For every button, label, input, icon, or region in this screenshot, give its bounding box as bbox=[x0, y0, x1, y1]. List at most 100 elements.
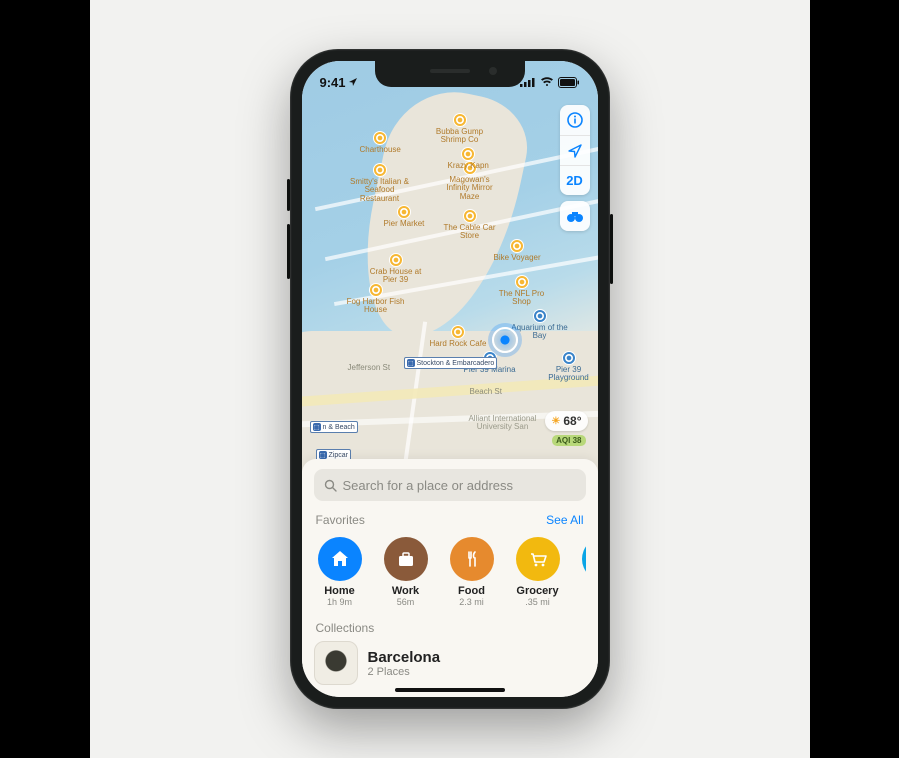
poi-marker[interactable]: Aquarium of the Bay bbox=[510, 309, 570, 341]
location-icon bbox=[567, 143, 583, 159]
poi-icon bbox=[515, 275, 529, 289]
search-icon bbox=[324, 479, 337, 492]
favorite-home[interactable]: Home1h 9m bbox=[314, 537, 366, 607]
poi-icon bbox=[463, 209, 477, 223]
poi-icon bbox=[373, 131, 387, 145]
info-button[interactable] bbox=[560, 105, 590, 135]
poi-label: Bubba Gump Shrimp Co bbox=[430, 128, 490, 145]
sun-icon: ☀ bbox=[551, 416, 560, 427]
favorite-name: Grocery bbox=[516, 585, 558, 597]
poi-icon bbox=[453, 113, 467, 127]
bottom-sheet[interactable]: Search for a place or address Favorites … bbox=[302, 459, 598, 697]
control-stack: 2D bbox=[560, 105, 590, 195]
poi-icon bbox=[369, 283, 383, 297]
cart-icon bbox=[516, 537, 560, 581]
poi-label: Pier Market bbox=[384, 220, 425, 228]
stage: 9:41 Charthouse Bubba Gump Shrimp Co Smitt… bbox=[90, 0, 810, 758]
user-location-dot bbox=[492, 327, 518, 353]
home-icon bbox=[318, 537, 362, 581]
collection-item[interactable]: Barcelona 2 Places bbox=[314, 641, 586, 685]
favorite-work[interactable]: Work56m bbox=[380, 537, 432, 607]
poi-marker[interactable]: The Cable Car Store bbox=[440, 209, 500, 241]
favorite-peek[interactable] bbox=[578, 537, 586, 607]
poi-icon bbox=[533, 309, 547, 323]
status-time: 9:41 bbox=[320, 75, 346, 90]
favorite-food[interactable]: Food2.3 mi bbox=[446, 537, 498, 607]
transit-icon: ⬚ bbox=[407, 359, 415, 367]
notch bbox=[375, 61, 525, 87]
poi-label: Charthouse bbox=[360, 146, 401, 154]
favorite-name: Food bbox=[458, 585, 485, 597]
street-label: Beach St bbox=[470, 387, 502, 396]
poi-label: Aquarium of the Bay bbox=[510, 324, 570, 341]
collections-title: Collections bbox=[316, 621, 375, 635]
search-placeholder: Search for a place or address bbox=[343, 478, 514, 493]
poi-icon bbox=[510, 239, 524, 253]
poi-marker[interactable]: Crab House at Pier 39 bbox=[366, 253, 426, 285]
home-indicator[interactable] bbox=[395, 688, 505, 692]
aqi-badge[interactable]: AQI 38 bbox=[552, 435, 585, 446]
favorite-sub: 1h 9m bbox=[327, 597, 352, 607]
favorite-sub: 2.3 mi bbox=[459, 597, 484, 607]
binoculars-icon bbox=[566, 209, 584, 223]
map-canvas[interactable]: Charthouse Bubba Gump Shrimp Co Smitty's I… bbox=[302, 61, 598, 471]
collection-name: Barcelona bbox=[368, 649, 441, 666]
poi-label: Smitty's Italian & Seafood Restaurant bbox=[350, 178, 410, 203]
favorite-grocery[interactable]: Grocery.35 mi bbox=[512, 537, 564, 607]
poi-label: Krazy Kapn bbox=[448, 162, 489, 170]
poi-marker[interactable]: Pier 39 Playground bbox=[540, 351, 598, 383]
transit-icon: ⬚ bbox=[313, 423, 321, 431]
favorite-sub: .35 mi bbox=[525, 597, 550, 607]
favorite-name: Home bbox=[324, 585, 355, 597]
phone-frame: 9:41 Charthouse Bubba Gump Shrimp Co Smitt… bbox=[290, 49, 610, 709]
poi-marker[interactable]: Charthouse bbox=[360, 131, 401, 154]
locate-button[interactable] bbox=[560, 135, 590, 165]
poi-label: Magowan's Infinity Mirror Maze bbox=[440, 176, 500, 201]
favorites-title: Favorites bbox=[316, 513, 365, 527]
poi-marker[interactable]: Bubba Gump Shrimp Co bbox=[430, 113, 490, 145]
poi-icon bbox=[461, 147, 475, 161]
poi-marker[interactable]: Smitty's Italian & Seafood Restaurant bbox=[350, 163, 410, 203]
screen: 9:41 Charthouse Bubba Gump Shrimp Co Smitt… bbox=[302, 61, 598, 697]
poi-marker[interactable]: Krazy Kapn bbox=[448, 147, 489, 170]
favorites-row[interactable]: Home1h 9m Work56m Food2.3 mi Grocery.35 mi bbox=[314, 535, 586, 613]
transit-label: n & Beach bbox=[323, 424, 355, 431]
fork-icon bbox=[450, 537, 494, 581]
collections-header: Collections bbox=[316, 621, 584, 635]
lookaround-button[interactable] bbox=[560, 201, 590, 231]
2d-button[interactable]: 2D bbox=[560, 165, 590, 195]
poi-label: Pier 39 Playground bbox=[540, 366, 598, 383]
poi-marker[interactable]: Alliant International University San bbox=[468, 415, 538, 432]
poi-icon bbox=[389, 253, 403, 267]
weather-badge[interactable]: ☀ 68° bbox=[545, 411, 587, 431]
poi-icon bbox=[562, 351, 576, 365]
poi-label: Bike Voyager bbox=[494, 254, 541, 262]
favorite-name: Work bbox=[392, 585, 419, 597]
collection-thumbnail bbox=[314, 641, 358, 685]
see-all-button[interactable]: See All bbox=[546, 513, 583, 527]
street-label: Jefferson St bbox=[348, 363, 391, 372]
poi-marker[interactable]: Hard Rock Cafe bbox=[430, 325, 487, 348]
transit-badge[interactable]: ⬚n & Beach bbox=[310, 421, 358, 433]
favorites-header: Favorites See All bbox=[316, 513, 584, 527]
weather-temp: 68° bbox=[563, 414, 581, 428]
poi-label: Fog Harbor Fish House bbox=[346, 298, 406, 315]
poi-label: Hard Rock Cafe bbox=[430, 340, 487, 348]
map-controls: 2D bbox=[560, 105, 590, 231]
poi-marker[interactable]: Bike Voyager bbox=[494, 239, 541, 262]
search-field[interactable]: Search for a place or address bbox=[314, 469, 586, 501]
favorite-sub: 56m bbox=[397, 597, 415, 607]
poi-icon bbox=[397, 205, 411, 219]
collection-sub: 2 Places bbox=[368, 666, 441, 678]
poi-marker[interactable]: Pier Market bbox=[384, 205, 425, 228]
poi-icon bbox=[373, 163, 387, 177]
wifi-icon bbox=[540, 77, 554, 87]
poi-marker[interactable]: Fog Harbor Fish House bbox=[346, 283, 406, 315]
transit-badge[interactable]: ⬚Stockton & Embarcadero bbox=[404, 357, 498, 369]
poi-label: The Cable Car Store bbox=[440, 224, 500, 241]
info-icon bbox=[567, 112, 583, 128]
poi-icon bbox=[451, 325, 465, 339]
battery-icon bbox=[558, 77, 580, 88]
transit-icon: ⬚ bbox=[319, 451, 327, 459]
poi-marker[interactable]: The NFL Pro Shop bbox=[492, 275, 552, 307]
